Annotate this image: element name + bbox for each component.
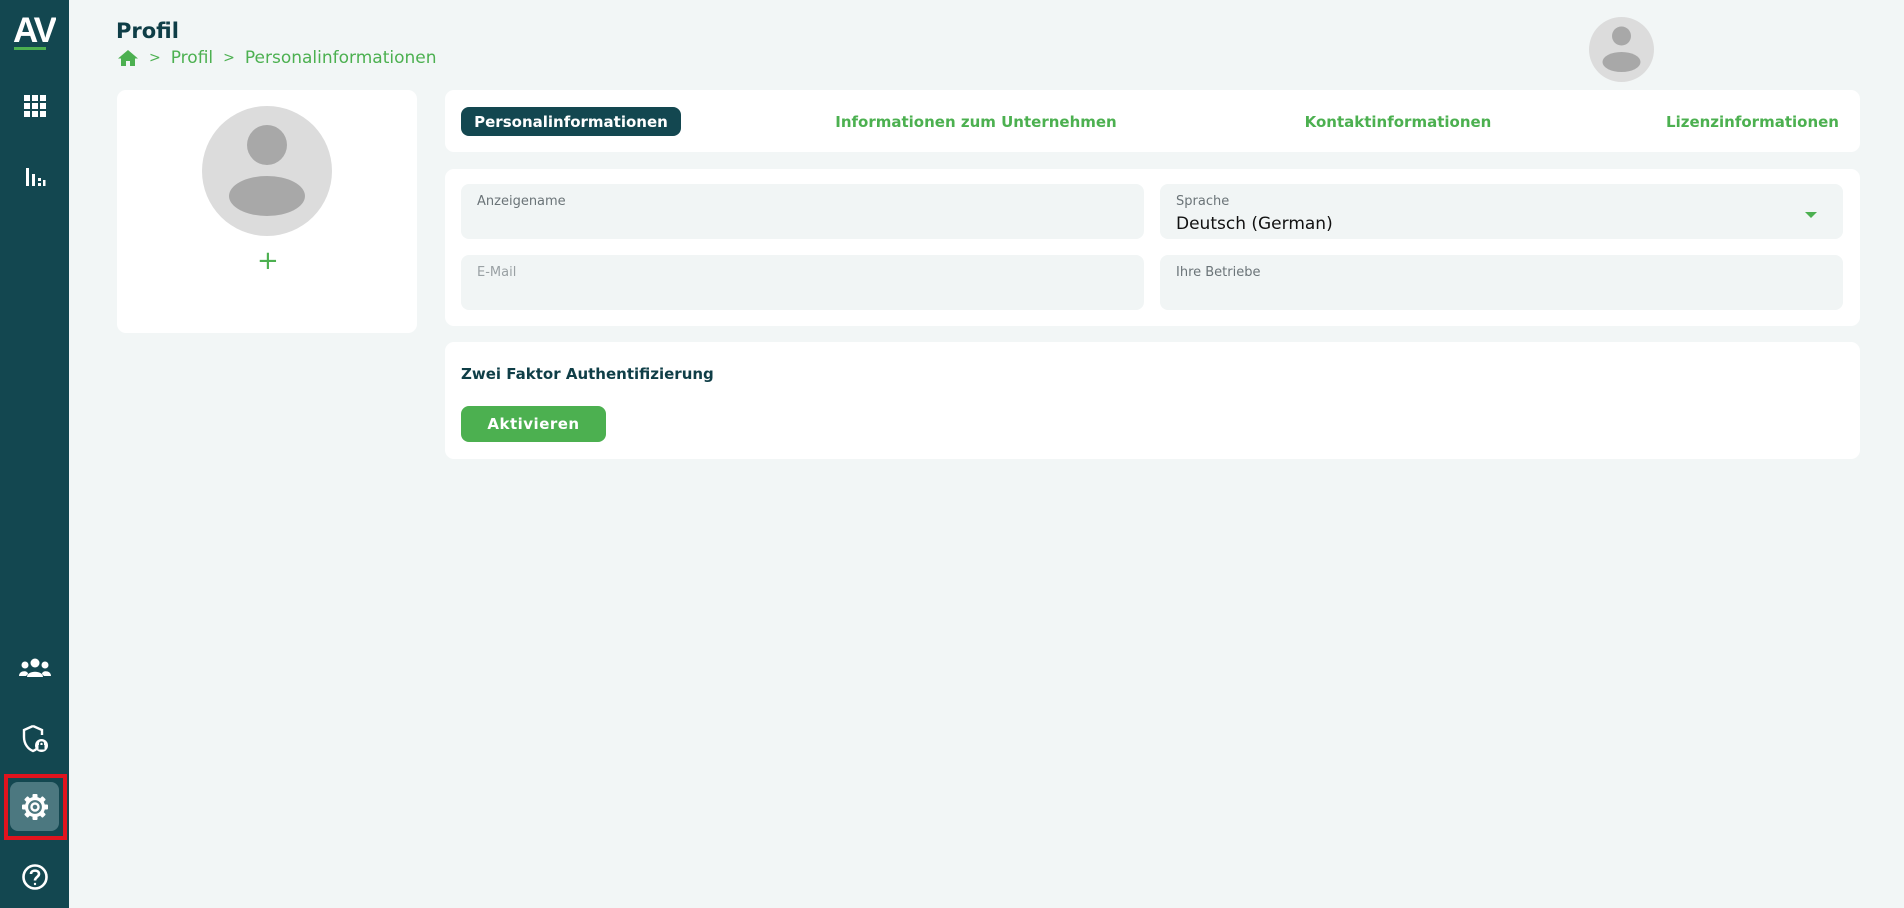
display-name-field[interactable]: Anzeigename [461,184,1144,239]
profile-avatar-icon [229,125,305,216]
sidebar: AV [0,0,69,908]
page-title: Profil [116,19,179,43]
businesses-field[interactable]: Ihre Betriebe [1160,255,1843,310]
bar-chart-icon [25,167,45,186]
users-group-icon [18,658,51,677]
svg-text:AV: AV [13,11,56,50]
gear-icon [21,793,48,820]
tab-lizenzinformationen[interactable]: Lizenzinformationen [1659,107,1846,136]
breadcrumb-separator: > [223,50,235,66]
dropdown-caret-icon [1805,212,1817,218]
profile-picture-card: + [117,90,417,333]
tab-personalinformationen[interactable]: Personalinformationen [461,107,681,136]
user-avatar[interactable] [1589,17,1654,82]
display-name-label: Anzeigename [477,194,566,209]
user-avatar-icon [1602,26,1641,72]
email-field[interactable]: E-Mail [461,255,1144,310]
shield-lock-icon [22,724,48,752]
sidebar-item-security[interactable] [10,714,59,763]
two-factor-title: Zwei Faktor Authentifizierung [461,365,714,383]
profile-picture [202,106,332,236]
sidebar-item-users[interactable] [10,643,59,692]
sidebar-item-apps[interactable] [10,81,59,130]
tab-unternehmen[interactable]: Informationen zum Unternehmen [833,107,1119,136]
email-label: E-Mail [477,265,517,280]
help-icon [21,863,48,890]
add-photo-button[interactable]: + [257,248,279,274]
profile-tabs: Personalinformationen Informationen zum … [445,90,1860,152]
app-logo[interactable]: AV [12,10,60,52]
breadcrumb-item-personalinformationen[interactable]: Personalinformationen [245,48,437,68]
language-select[interactable]: Sprache Deutsch (German) [1160,184,1843,239]
tab-kontaktinformationen[interactable]: Kontaktinformationen [1295,107,1501,136]
sidebar-item-statistics[interactable] [10,152,59,201]
two-factor-card: Zwei Faktor Authentifizierung Aktivieren [445,342,1860,459]
home-icon[interactable] [117,49,139,67]
apps-grid-icon [23,94,46,117]
activate-two-factor-button[interactable]: Aktivieren [461,406,606,442]
businesses-label: Ihre Betriebe [1176,265,1261,280]
breadcrumb: > Profil > Personalinformationen [117,48,437,68]
language-value: Deutsch (German) [1176,214,1333,234]
sidebar-item-help[interactable] [10,852,59,901]
breadcrumb-separator: > [149,50,161,66]
personal-info-form: Anzeigename Sprache Deutsch (German) E-M… [445,169,1860,326]
sidebar-item-settings[interactable] [10,782,59,831]
language-label: Sprache [1176,194,1230,209]
breadcrumb-item-profil[interactable]: Profil [171,48,213,68]
